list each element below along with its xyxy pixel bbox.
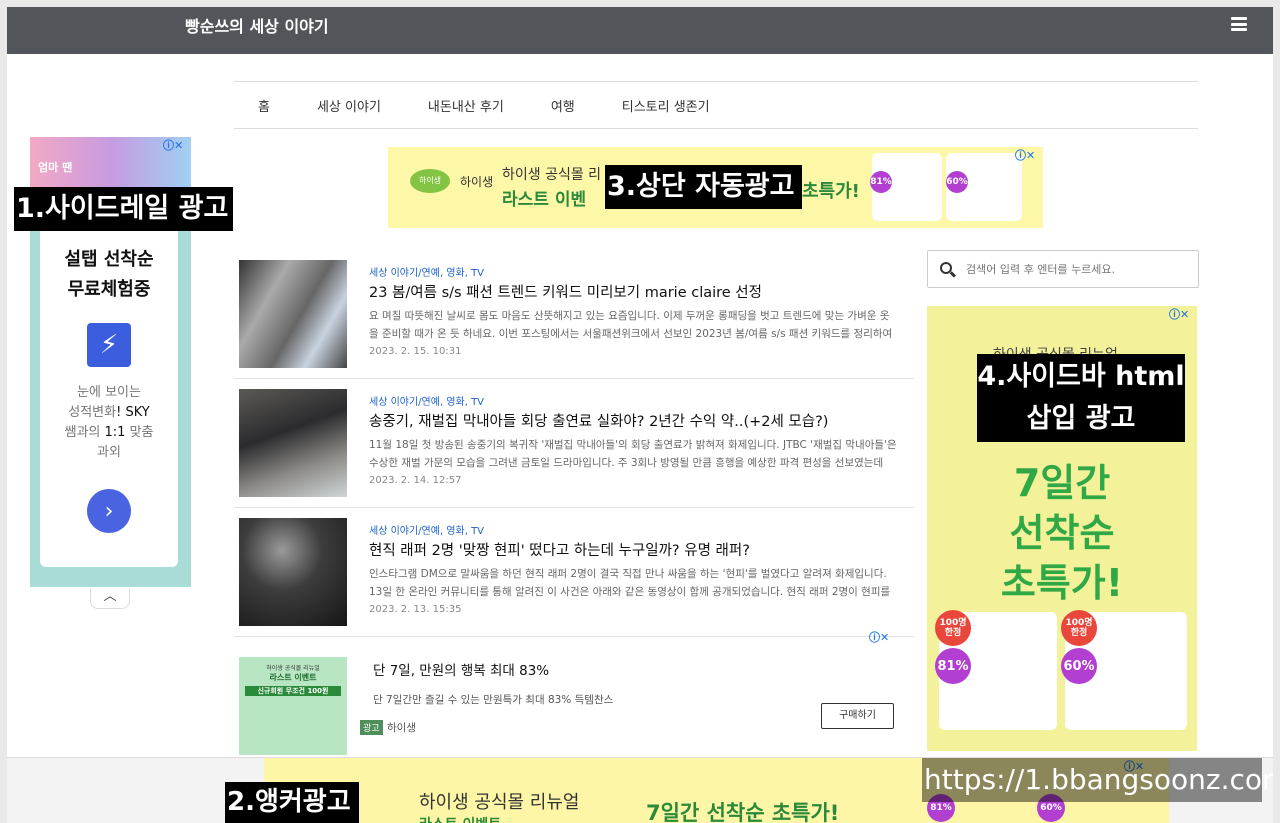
post-excerpt: 요 며칠 따뜻해진 날씨로 몸도 마음도 산뜻해지고 있는 요즘입니다. 이제 …: [369, 310, 893, 340]
post-title[interactable]: 송중기, 재벌집 막내아들 회당 출연료 실화야? 2년간 수익 약..(+2세…: [369, 410, 828, 431]
top-ad-line1: 하이생 공식몰 리: [502, 167, 602, 183]
limited-badge-2: 100명 한정: [1061, 610, 1097, 646]
body-3a: 쌤과의: [64, 425, 105, 440]
label-sidebar-ad-line1: 4.사이드바 html: [977, 361, 1185, 392]
post-title[interactable]: 23 봄/여름 s/s 패션 트렌드 키워드 미리보기 marie claire…: [369, 281, 762, 302]
search-icon: [940, 262, 952, 274]
chevron-up-icon[interactable]: ︿: [90, 589, 130, 609]
post-date: 2023. 2. 15. 10:31: [369, 346, 462, 357]
label-anchor-ad: 2.앵커광고: [225, 782, 359, 823]
browser-frame: 빵순쓰의 세상 이야기 홈 세상 이야기 내돈내산 후기 여행 티스토리 생존기…: [0, 0, 1280, 823]
limited-badge-1: 100명 한정: [935, 610, 971, 646]
side-ad-line2: 선착순: [1009, 511, 1115, 555]
limited-badge-1-bottom: 한정: [944, 628, 962, 638]
side-rail-ad-top-text: 엄마 땐: [38, 161, 73, 174]
label-sidebar-ad-line2: 삽입 광고: [1026, 403, 1136, 434]
badge-60: 60%: [1061, 648, 1097, 684]
infeed-ad-title[interactable]: 단 7일, 만원의 행복 최대 83%: [373, 659, 549, 679]
main-nav: 홈 세상 이야기 내돈내산 후기 여행 티스토리 생존기: [234, 81, 1198, 129]
anchor-ad-line3: 라스트 이벤트: [419, 814, 501, 823]
post-excerpt: 인스타그램 DM으로 말싸움을 하던 현직 래퍼 2명이 결국 직접 만나 싸움…: [369, 568, 891, 598]
post-title[interactable]: 현직 래퍼 2명 '맞짱 현피' 떴다고 하는데 누구일까? 유명 래퍼?: [369, 539, 750, 560]
label-sidebar-ad: 4.사이드바 html 삽입 광고: [977, 354, 1185, 442]
infeed-ad-image-line2: 라스트 이벤트: [269, 673, 317, 682]
badge-81: 81%: [935, 648, 971, 684]
side-rail-ad-body-1: 눈에 보이는: [77, 385, 141, 400]
post-date: 2023. 2. 14. 12:57: [369, 475, 462, 486]
limited-badge-2-bottom: 한정: [1070, 628, 1088, 638]
top-bar: 빵순쓰의 세상 이야기: [7, 7, 1273, 54]
side-rail-ad-body-3: 쌤과의 1:1 맞춤: [40, 423, 178, 443]
infeed-ad-desc: 단 7일간만 즐길 수 있는 만원특가 최대 83% 득템찬스: [373, 694, 614, 706]
badge-60: 60%: [946, 171, 968, 193]
chevron-right-icon[interactable]: ›: [87, 489, 131, 533]
nav-tistory[interactable]: 티스토리 생존기: [622, 96, 710, 115]
search-input[interactable]: [966, 260, 1186, 278]
post-category[interactable]: 세상 이야기/연예, 영화, TV: [369, 264, 484, 279]
post-item[interactable]: 세상 이야기/연예, 영화, TV 현직 래퍼 2명 '맞짱 현피' 떴다고 하…: [234, 508, 914, 637]
infeed-ad[interactable]: 하이생 공식몰 리뉴얼 라스트 이벤트 신규회원 무조건 100원 단 7일, …: [234, 627, 914, 755]
side-ad-headline: 7일간 선착순 초특가!: [927, 458, 1197, 608]
lightning-logo-icon: ⚡: [87, 323, 131, 367]
page: 빵순쓰의 세상 이야기 홈 세상 이야기 내돈내산 후기 여행 티스토리 생존기…: [7, 7, 1273, 823]
post-excerpt: 11월 18일 첫 방송된 송중기의 복귀작 '재벌집 막내아들'의 회당 출연…: [369, 439, 897, 469]
menu-icon[interactable]: [1231, 17, 1247, 31]
nav-travel[interactable]: 여행: [551, 96, 575, 115]
anchor-ad-line1: 하이생 공식몰 리뉴얼: [419, 792, 580, 813]
post-date: 2023. 2. 13. 15:35: [369, 604, 462, 615]
infeed-ad-image[interactable]: 하이생 공식몰 리뉴얼 라스트 이벤트 신규회원 무조건 100원: [239, 657, 347, 755]
limited-badge-2-top: 100명: [1065, 618, 1093, 628]
ad-tag: 광고: [360, 720, 383, 735]
body-3c: 맞춤: [125, 425, 154, 440]
site-title[interactable]: 빵순쓰의 세상 이야기: [185, 13, 329, 37]
ad-info-close-icon[interactable]: ⓘ✕: [869, 629, 889, 645]
body-2a: 성적변화: [68, 405, 117, 420]
side-rail-ad-headline-2: 무료체험중: [67, 279, 151, 300]
infeed-ad-advertiser: 하이생: [387, 722, 416, 734]
label-top-ad: 3.상단 자동광고: [605, 165, 802, 209]
brand-logo: 하이생: [410, 169, 450, 193]
side-rail-ad-body-2: 성적변화! SKY: [40, 403, 178, 423]
body-2b: ! SKY: [116, 405, 150, 420]
post-thumbnail[interactable]: [239, 260, 347, 368]
post-item[interactable]: 세상 이야기/연예, 영화, TV 23 봄/여름 s/s 패션 트렌드 키워드…: [234, 250, 914, 379]
post-category[interactable]: 세상 이야기/연예, 영화, TV: [369, 393, 484, 408]
top-ad-line3: 초특가!: [802, 181, 860, 202]
side-ad-line1: 7일간: [1013, 461, 1111, 505]
nav-world-story[interactable]: 세상 이야기: [317, 96, 381, 115]
side-rail-ad-card: 설탭 선착순 무료체험중 ⚡ 눈에 보이는 성적변화! SKY 쌤과의 1:1 …: [40, 217, 178, 567]
side-ad-line3: 초특가!: [1000, 561, 1124, 605]
infeed-ad-image-line1: 하이생 공식몰 리뉴얼: [266, 665, 320, 672]
ad-info-close-icon[interactable]: ⓘ✕: [1169, 306, 1189, 322]
body-3b: 1:1: [104, 425, 126, 440]
nav-home[interactable]: 홈: [258, 96, 270, 115]
side-rail-ad-body-4: 과외: [97, 445, 121, 460]
badge-81: 81%: [870, 171, 892, 193]
post-thumbnail[interactable]: [239, 389, 347, 497]
anchor-ad-line2: 7일간 선착순 초특가!: [646, 801, 840, 823]
search-box[interactable]: [927, 250, 1199, 288]
side-rail-ad-body: 눈에 보이는 성적변화! SKY 쌤과의 1:1 맞춤 과외: [40, 383, 178, 463]
nav-review[interactable]: 내돈내산 후기: [428, 96, 504, 115]
top-ad-brand-name: 하이생: [460, 175, 494, 189]
url-watermark: https://1.bbangsoonz.com: [922, 758, 1273, 802]
ad-info-close-icon[interactable]: ⓘ✕: [1015, 147, 1035, 163]
infeed-ad-image-line3: 신규회원 무조건 100원: [245, 686, 341, 696]
post-thumbnail[interactable]: [239, 518, 347, 626]
buy-button[interactable]: 구매하기: [821, 703, 894, 729]
post-category[interactable]: 세상 이야기/연예, 영화, TV: [369, 522, 484, 537]
post-item[interactable]: 세상 이야기/연예, 영화, TV 송중기, 재벌집 막내아들 회당 출연료 실…: [234, 379, 914, 508]
top-ad-line2: 라스트 이벤: [502, 190, 587, 210]
limited-badge-1-top: 100명: [939, 618, 967, 628]
label-side-rail: 1.사이드레일 광고: [14, 187, 233, 231]
side-rail-ad-headline: 설탭 선착순 무료체험중: [40, 245, 178, 305]
side-rail-ad-headline-1: 설탭 선착순: [64, 249, 154, 270]
ad-info-close-icon[interactable]: ⓘ✕: [163, 137, 183, 153]
